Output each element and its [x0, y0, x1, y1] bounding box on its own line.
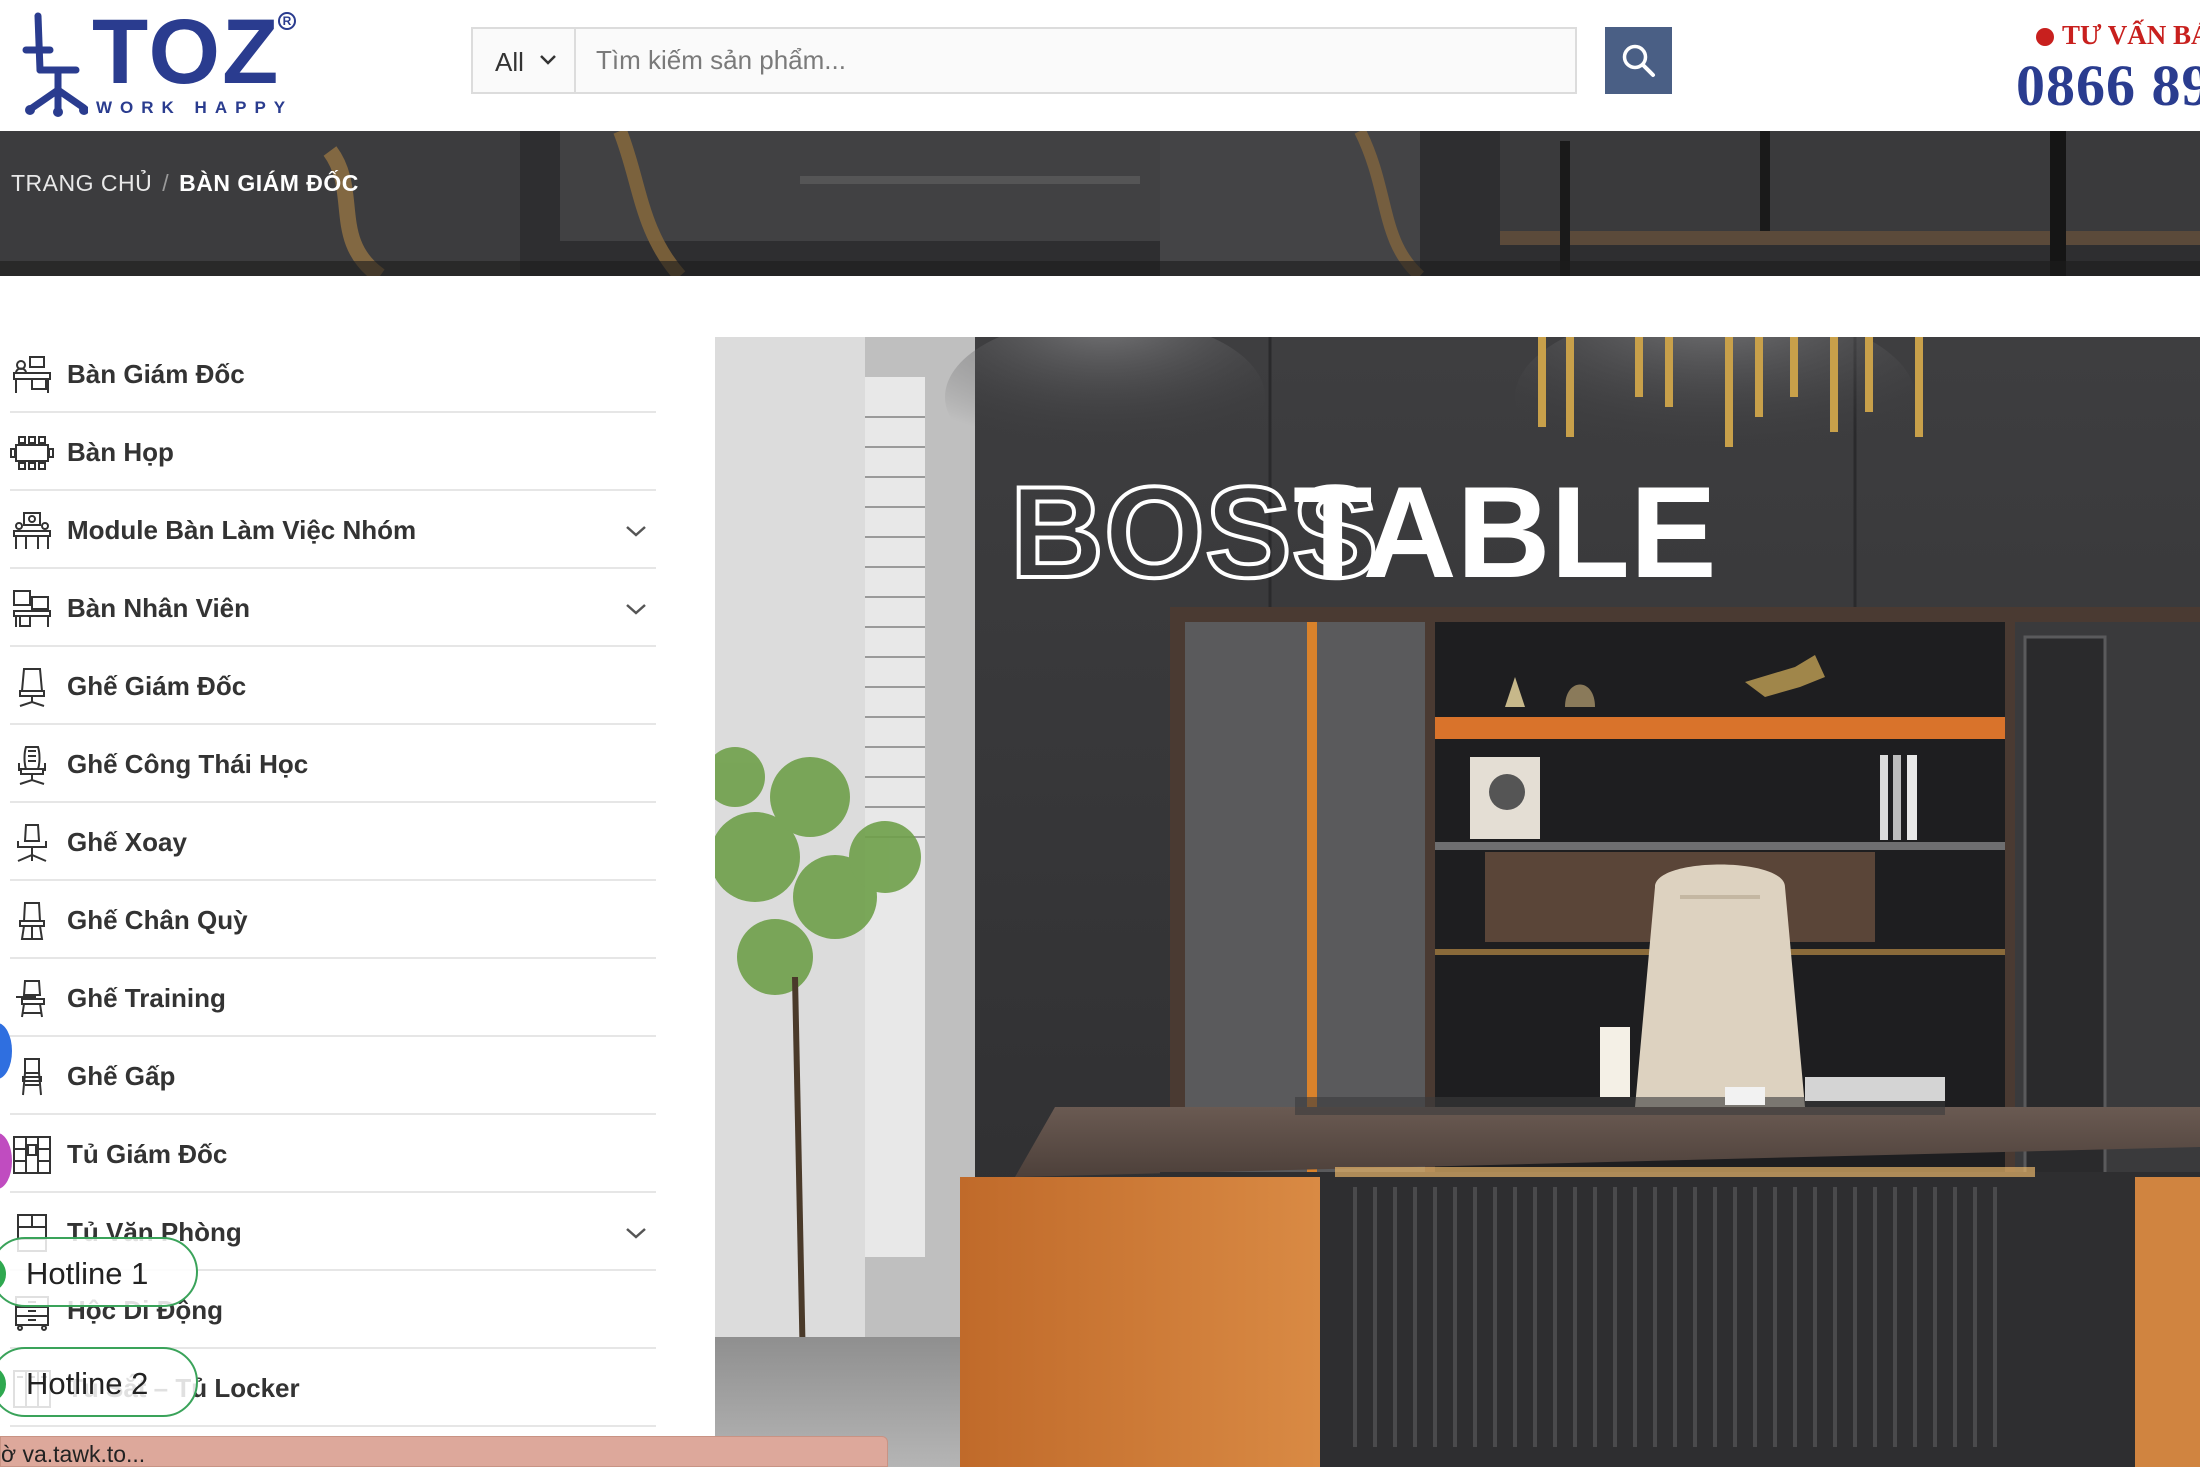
sidebar-item-label: Ghế Giám Đốc — [67, 671, 247, 701]
toz-logo[interactable]: TOZ R WORK HAPPY — [18, 6, 303, 118]
hotline-1-label: Hotline 1 — [26, 1256, 149, 1291]
hero-banner-image: BOSS TABLE — [715, 337, 2200, 1467]
hotline-phone-number[interactable]: 0866 89 — [2016, 52, 2200, 119]
phone-dot-icon — [2036, 28, 2054, 46]
brand-name: TOZ — [92, 1, 281, 103]
folding-chair-icon — [22, 1058, 42, 1096]
sidebar-item-ban-giam-doc[interactable]: Bàn Giám Đốc — [10, 335, 656, 413]
phone-icon — [0, 1257, 6, 1291]
chevron-down-icon[interactable] — [624, 1225, 648, 1241]
hotline-2-button[interactable]: Hotline 2 — [0, 1347, 198, 1417]
breadcrumb-separator: / — [162, 170, 170, 196]
office-background-image — [0, 131, 2200, 276]
search-icon — [1622, 44, 1655, 77]
executive-chair-icon — [19, 668, 45, 707]
breadcrumb-home-link[interactable]: TRANG CHỦ — [11, 170, 152, 196]
sidebar-item-module-ban-lam-viec-nhom[interactable]: Module Bàn Làm Việc Nhóm — [10, 491, 656, 569]
chevron-down-icon[interactable] — [624, 601, 648, 617]
staff-desk-icon — [13, 590, 51, 627]
swivel-chair-icon — [17, 824, 47, 862]
chevron-down-icon[interactable] — [624, 523, 648, 539]
sidebar-item-ghe-gap[interactable]: Ghế Gấp — [10, 1037, 656, 1115]
registered-mark-icon: R — [278, 12, 296, 30]
search-bar: All — [471, 27, 1672, 94]
sidebar-item-label: Bàn Giám Đốc — [67, 359, 245, 389]
sidebar-item-label: Bàn Họp — [67, 437, 174, 467]
breadcrumb-current: BÀN GIÁM ĐỐC — [179, 170, 359, 196]
sidebar-item-label: Ghế Gấp — [67, 1061, 176, 1091]
sidebar-item-ban-hop[interactable]: Bàn Họp — [10, 413, 656, 491]
meeting-table-icon — [10, 436, 54, 470]
sidebar-item-tu-giam-doc[interactable]: Tủ Giám Đốc — [10, 1115, 656, 1193]
sidebar-item-label: Ghế Chân Quỳ — [67, 905, 248, 935]
executive-desk-icon — [13, 356, 51, 393]
sidebar-item-ghe-chan-quy[interactable]: Ghế Chân Quỳ — [10, 881, 656, 959]
category-banner — [0, 131, 2200, 276]
chevron-down-icon — [540, 55, 556, 65]
sidebar-item-ban-nhan-vien[interactable]: Bàn Nhân Viên — [10, 569, 656, 647]
brand-tagline: WORK HAPPY — [96, 98, 294, 117]
search-input-wrapper — [574, 27, 1577, 94]
site-header: TOZ R WORK HAPPY All TƯ VẤN BÁ 0866 89 — [0, 0, 2200, 131]
search-input[interactable] — [576, 29, 1575, 92]
sidebar-item-ghe-xoay[interactable]: Ghế Xoay — [10, 803, 656, 881]
search-button[interactable] — [1605, 27, 1672, 94]
executive-office-illustration: BOSS TABLE — [715, 337, 2200, 1467]
sidebar-item-label: Module Bàn Làm Việc Nhóm — [67, 515, 417, 545]
breadcrumb: TRANG CHỦ / BÀN GIÁM ĐỐC — [11, 170, 359, 197]
chair-logo-icon — [22, 12, 88, 117]
sidebar-item-ghe-training[interactable]: Ghế Training — [10, 959, 656, 1037]
team-desk-icon — [13, 512, 51, 549]
phone-icon — [0, 1367, 6, 1401]
consult-label: TƯ VẤN BÁ — [2036, 20, 2200, 51]
consult-text: TƯ VẤN BÁ — [2062, 20, 2200, 50]
browser-status-bar: ờ va.tawk.to... — [0, 1436, 888, 1467]
sidebar-item-label: Ghế Xoay — [67, 827, 187, 857]
sidebar-item-label: Ghế Công Thái Học — [67, 749, 309, 779]
sidebar-item-label: Bàn Nhân Viên — [67, 593, 251, 623]
sidebar-item-label: Tủ Giám Đốc — [67, 1139, 228, 1169]
hotline-1-button[interactable]: Hotline 1 — [0, 1237, 198, 1307]
sidebar-item-ghe-giam-doc[interactable]: Ghế Giám Đốc — [10, 647, 656, 725]
hotline-2-label: Hotline 2 — [26, 1366, 149, 1401]
status-text: ờ va.tawk.to... — [1, 1441, 146, 1467]
executive-cabinet-icon — [13, 1136, 51, 1174]
sidebar-item-ghe-cong-thai-hoc[interactable]: Ghế Công Thái Học — [10, 725, 656, 803]
sled-chair-icon — [19, 902, 45, 940]
search-category-select[interactable]: All — [471, 27, 574, 94]
search-category-label: All — [495, 47, 524, 77]
ergonomic-chair-icon — [18, 746, 46, 785]
sidebar-item-label: Ghế Training — [67, 983, 226, 1013]
training-chair-icon — [16, 980, 45, 1018]
hero-headline-solid: TABLE — [1293, 459, 1717, 605]
